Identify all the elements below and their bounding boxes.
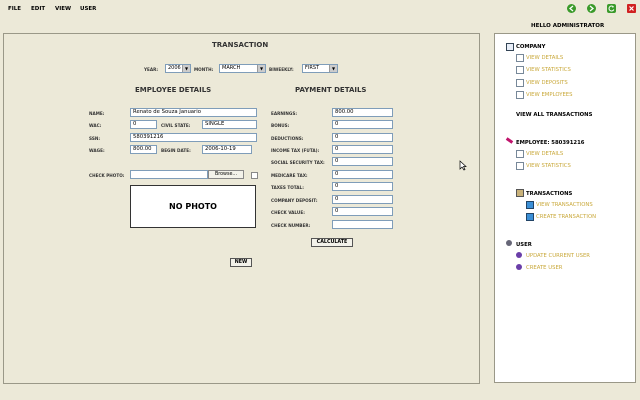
check-photo-checkbox[interactable]	[251, 172, 258, 179]
chevron-down-icon: ▼	[182, 65, 190, 72]
close-icon[interactable]	[627, 4, 636, 13]
company-view-statistics-link[interactable]: VIEW STATISTICS	[526, 67, 571, 73]
check-value-input[interactable]: 0	[332, 207, 393, 216]
check-photo-label: CHECK PHOTO:	[89, 173, 125, 178]
document-icon	[516, 91, 524, 99]
view-all-transactions-link[interactable]: VIEW ALL TRANSACTIONS	[516, 112, 592, 118]
month-select[interactable]: MARCH ▼	[219, 64, 266, 73]
check-number-label: CHECK NUMBER:	[271, 223, 311, 228]
user-icon	[516, 252, 522, 258]
employee-view-statistics-link[interactable]: VIEW STATISTICS	[526, 163, 571, 169]
biweekly-label: BIWEEKLY:	[269, 67, 294, 72]
ssn-input[interactable]: 580391216	[130, 133, 257, 142]
wac-label: WAC:	[89, 123, 102, 128]
document-icon	[516, 54, 524, 62]
medicare-tax-label: MEDICARE TAX:	[271, 173, 308, 178]
social-security-tax-label: SOCIAL SECURITY TAX:	[271, 160, 325, 165]
check-photo-file-input[interactable]	[130, 170, 208, 179]
wac-input[interactable]: 0	[130, 120, 157, 129]
company-view-deposits-link[interactable]: VIEW DEPOSITS	[526, 80, 568, 86]
transactions-heading: TRANSACTIONS	[526, 191, 573, 197]
civil-state-input[interactable]: SINGLE	[202, 120, 257, 129]
begin-date-label: BEGIN DATE:	[161, 148, 191, 153]
year-value: 2006	[168, 65, 181, 71]
document-icon	[516, 66, 524, 74]
create-transaction-link[interactable]: CREATE TRANSACTION	[536, 214, 596, 220]
view-transactions-link[interactable]: VIEW TRANSACTIONS	[536, 202, 593, 208]
calculate-button[interactable]: CALCULATE	[311, 238, 353, 247]
mouse-cursor-icon	[459, 160, 467, 171]
menu-file[interactable]: FILE	[8, 6, 21, 12]
company-deposit-input[interactable]: 0	[332, 195, 393, 204]
name-input[interactable]: Renato de Souza Januario	[130, 108, 257, 117]
month-value: MARCH	[222, 65, 241, 71]
menu-user[interactable]: USER	[80, 6, 96, 12]
payment-details-heading: PAYMENT DETAILS	[295, 86, 367, 94]
menu-edit[interactable]: EDIT	[31, 6, 45, 12]
civil-state-label: CIVIL STATE:	[161, 123, 191, 128]
employee-view-details-link[interactable]: VIEW DETAILS	[526, 151, 563, 157]
biweekly-select[interactable]: FIRST ▼	[302, 64, 338, 73]
page-title: TRANSACTION	[212, 41, 269, 49]
deductions-input[interactable]: 0	[332, 133, 393, 142]
social-security-tax-input[interactable]: 0	[332, 157, 393, 166]
wage-input[interactable]: 800.00	[130, 145, 157, 154]
browse-button[interactable]: Browse...	[208, 170, 244, 179]
user-heading: USER	[516, 242, 532, 248]
chevron-down-icon: ▼	[329, 65, 337, 72]
list-icon	[526, 201, 534, 209]
earnings-label: EARNINGS:	[271, 111, 298, 116]
earnings-input[interactable]: 800.00	[332, 108, 393, 117]
list-icon	[526, 213, 534, 221]
check-value-label: CHECK VALUE:	[271, 210, 305, 215]
create-user-link[interactable]: CREATE USER	[526, 265, 562, 271]
month-label: MONTH:	[194, 67, 214, 72]
menubar: FILE EDIT VIEW USER	[0, 0, 640, 18]
wage-label: WAGE:	[89, 148, 105, 153]
income-tax-label: INCOME TAX (FUTA):	[271, 148, 320, 153]
photo-placeholder: NO PHOTO	[130, 185, 256, 228]
bonus-label: BONUS:	[271, 123, 290, 128]
name-label: NAME:	[89, 111, 105, 116]
year-select[interactable]: 2006 ▼	[165, 64, 191, 73]
document-icon	[516, 79, 524, 87]
forward-icon[interactable]	[587, 4, 596, 13]
taxes-total-label: TAXES TOTAL:	[271, 185, 304, 190]
employee-details-heading: EMPLOYEE DETAILS	[135, 86, 212, 94]
ssn-label: SSN:	[89, 136, 101, 141]
greeting-text: HELLO ADMINISTRATOR	[531, 23, 605, 29]
taxes-total-input[interactable]: 0	[332, 182, 393, 191]
check-number-input[interactable]	[332, 220, 393, 229]
begin-date-input[interactable]: 2006-10-19	[202, 145, 252, 154]
company-view-employees-link[interactable]: VIEW EMPLOYEES	[526, 92, 573, 98]
refresh-icon[interactable]	[607, 4, 616, 13]
chevron-down-icon: ▼	[257, 65, 265, 72]
update-current-user-link[interactable]: UPDATE CURRENT USER	[526, 253, 590, 259]
company-heading: COMPANY	[516, 44, 546, 50]
bonus-input[interactable]: 0	[332, 120, 393, 129]
year-label: YEAR:	[144, 67, 159, 72]
deductions-label: DEDUCTIONS:	[271, 136, 304, 141]
employee-heading: EMPLOYEE: 580391216	[516, 140, 585, 146]
company-view-details-link[interactable]: VIEW DETAILS	[526, 55, 563, 61]
users-icon	[506, 240, 512, 246]
menu-view[interactable]: VIEW	[55, 6, 71, 12]
medicare-tax-input[interactable]: 0	[332, 170, 393, 179]
back-icon[interactable]	[567, 4, 576, 13]
biweekly-value: FIRST	[305, 65, 320, 71]
transactions-icon	[516, 189, 524, 197]
new-button[interactable]: NEW	[230, 258, 252, 267]
company-icon	[506, 43, 514, 51]
document-icon	[516, 162, 524, 170]
user-icon	[516, 264, 522, 270]
income-tax-input[interactable]: 0	[332, 145, 393, 154]
company-deposit-label: COMPANY DEPOSIT:	[271, 198, 318, 203]
document-icon	[516, 150, 524, 158]
